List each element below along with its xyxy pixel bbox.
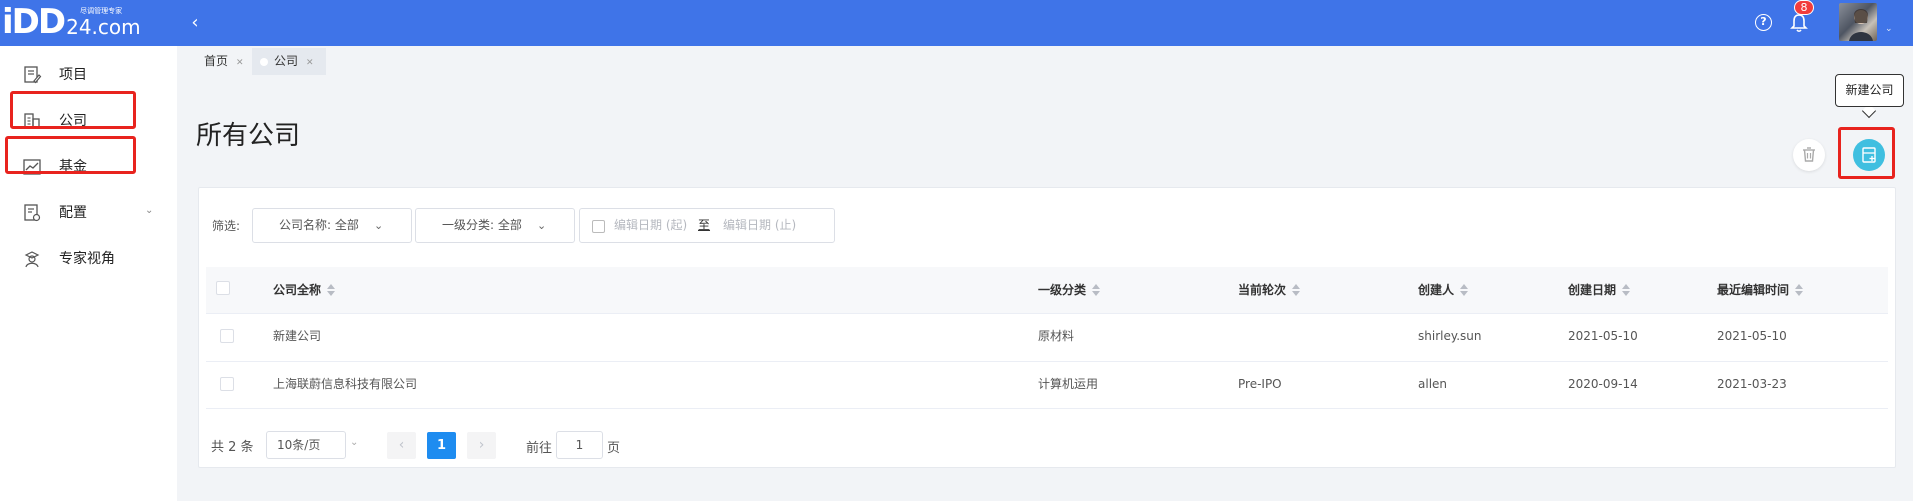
expert-icon [24, 251, 40, 268]
tab-companies[interactable]: 公司 ✕ [252, 48, 326, 75]
tab-home[interactable]: 首页 ✕ [204, 48, 254, 75]
question-circle-icon[interactable]: ? [1755, 14, 1772, 31]
sort-icon[interactable] [1622, 284, 1631, 296]
notification-badge: 8 [1794, 0, 1814, 15]
tab-label: 公司 [274, 54, 299, 68]
calendar-icon [592, 220, 605, 233]
chevron-down-icon[interactable]: ⌄ [1885, 24, 1893, 34]
pagination-total: 共 2 条 [211, 440, 254, 455]
tab-bar: 首页 ✕ 公司 ✕ [177, 46, 1913, 75]
prev-page-button[interactable]: ‹ [387, 432, 416, 459]
logo-domain: 24.com [66, 15, 141, 39]
chevron-left-icon[interactable]: ‹ [184, 12, 206, 34]
building-icon [24, 113, 40, 129]
sidebar-item-projects[interactable]: 项目 [0, 55, 177, 95]
sort-icon[interactable] [327, 284, 336, 296]
logo-mark: iDD [2, 2, 66, 42]
cell-creator: allen [1418, 377, 1448, 391]
goto-label: 前往 [526, 441, 553, 456]
close-icon[interactable]: ✕ [306, 58, 314, 68]
goto-page-input[interactable] [556, 431, 603, 459]
active-dot-icon [260, 58, 268, 66]
column-header-category[interactable]: 一级分类 [1038, 281, 1101, 299]
category-filter[interactable]: 一级分类: 全部 ⌄ [415, 208, 575, 243]
sidebar: 项目 公司 基金 配置 ⌄ 专家视角 [0, 46, 177, 501]
filter-label: 筛选: [212, 219, 241, 233]
chevron-down-icon: ⌄ [537, 219, 547, 232]
cell-name[interactable]: 新建公司 [273, 327, 321, 345]
row-checkbox[interactable] [220, 377, 234, 391]
column-header-edited[interactable]: 最近编辑时间 [1717, 281, 1804, 299]
category-filter-value: 一级分类: 全部 [442, 218, 522, 232]
settings-doc-icon [24, 204, 41, 222]
sidebar-item-config[interactable]: 配置 ⌄ [0, 193, 177, 233]
date-range-separator: 至 [698, 218, 711, 232]
logo[interactable]: iDD 尽调管理专家 24.com [2, 2, 141, 42]
cell-round: Pre-IPO [1238, 377, 1282, 391]
document-edit-icon [24, 66, 42, 84]
delete-button[interactable] [1793, 139, 1825, 171]
column-header-name[interactable]: 公司全称 [273, 281, 336, 299]
row-divider [206, 313, 1888, 314]
avatar-image [1849, 9, 1873, 41]
cell-name[interactable]: 上海联蔚信息科技有限公司 [273, 375, 417, 393]
column-header-round[interactable]: 当前轮次 [1238, 281, 1301, 299]
sort-icon[interactable] [1092, 284, 1101, 296]
date-end-input[interactable]: 编辑日期 (止) [723, 209, 796, 242]
add-document-icon [1862, 147, 1876, 163]
trend-chart-icon [23, 159, 41, 175]
cell-edited: 2021-05-10 [1717, 329, 1787, 343]
cell-category: 计算机运用 [1038, 377, 1099, 391]
sidebar-item-label: 专家视角 [59, 251, 115, 267]
column-header-creator[interactable]: 创建人 [1418, 281, 1469, 299]
cell-created: 2021-05-10 [1568, 329, 1638, 343]
sort-icon[interactable] [1292, 284, 1301, 296]
sidebar-item-label: 配置 [59, 205, 87, 221]
edit-date-range[interactable]: 编辑日期 (起) 至 编辑日期 (止) [579, 208, 835, 243]
column-header-created[interactable]: 创建日期 [1568, 281, 1631, 299]
cell-creator: shirley.sun [1418, 329, 1482, 343]
sort-icon[interactable] [1460, 284, 1469, 296]
add-company-tooltip: 新建公司 [1835, 74, 1904, 107]
cell-edited: 2021-03-23 [1717, 377, 1787, 391]
page-size-select[interactable]: 10条/页 [266, 431, 346, 459]
date-start-input[interactable]: 编辑日期 (起) [614, 209, 687, 242]
sidebar-item-companies[interactable]: 公司 [0, 101, 177, 141]
table-header: 公司全称 一级分类 当前轮次 创建人 创建日期 最近编辑时间 [206, 267, 1888, 313]
avatar[interactable] [1839, 3, 1877, 41]
page-title: 所有公司 [196, 121, 301, 151]
company-name-filter-value: 公司名称: 全部 [279, 218, 359, 232]
add-company-button[interactable] [1853, 139, 1885, 171]
trash-icon [1803, 147, 1815, 162]
row-divider [206, 408, 1888, 409]
top-bar: iDD 尽调管理专家 24.com ‹ ? 8 ⌄ [0, 0, 1913, 46]
page-suffix-label: 页 [607, 441, 621, 456]
tab-label: 首页 [204, 54, 229, 68]
sidebar-item-funds[interactable]: 基金 [0, 147, 177, 187]
chevron-down-icon[interactable]: ⌄ [350, 437, 358, 448]
next-page-button[interactable]: › [467, 432, 496, 459]
company-name-filter[interactable]: 公司名称: 全部 ⌄ [252, 208, 412, 243]
bell-icon[interactable] [1789, 12, 1809, 34]
sidebar-item-expert-view[interactable]: 专家视角 [0, 239, 177, 279]
row-checkbox[interactable] [220, 329, 234, 343]
chevron-down-icon[interactable]: ⌄ [145, 205, 153, 216]
sidebar-item-label: 公司 [59, 113, 87, 129]
page-number-current[interactable]: 1 [427, 432, 456, 459]
cell-category: 原材料 [1038, 329, 1075, 343]
sidebar-item-label: 项目 [59, 67, 87, 83]
row-divider [206, 361, 1888, 362]
sort-icon[interactable] [1795, 284, 1804, 296]
close-icon[interactable]: ✕ [236, 58, 244, 68]
select-all-checkbox[interactable] [216, 281, 230, 295]
chevron-down-icon: ⌄ [374, 219, 384, 232]
sidebar-item-label: 基金 [59, 159, 87, 175]
cell-created: 2020-09-14 [1568, 377, 1638, 391]
